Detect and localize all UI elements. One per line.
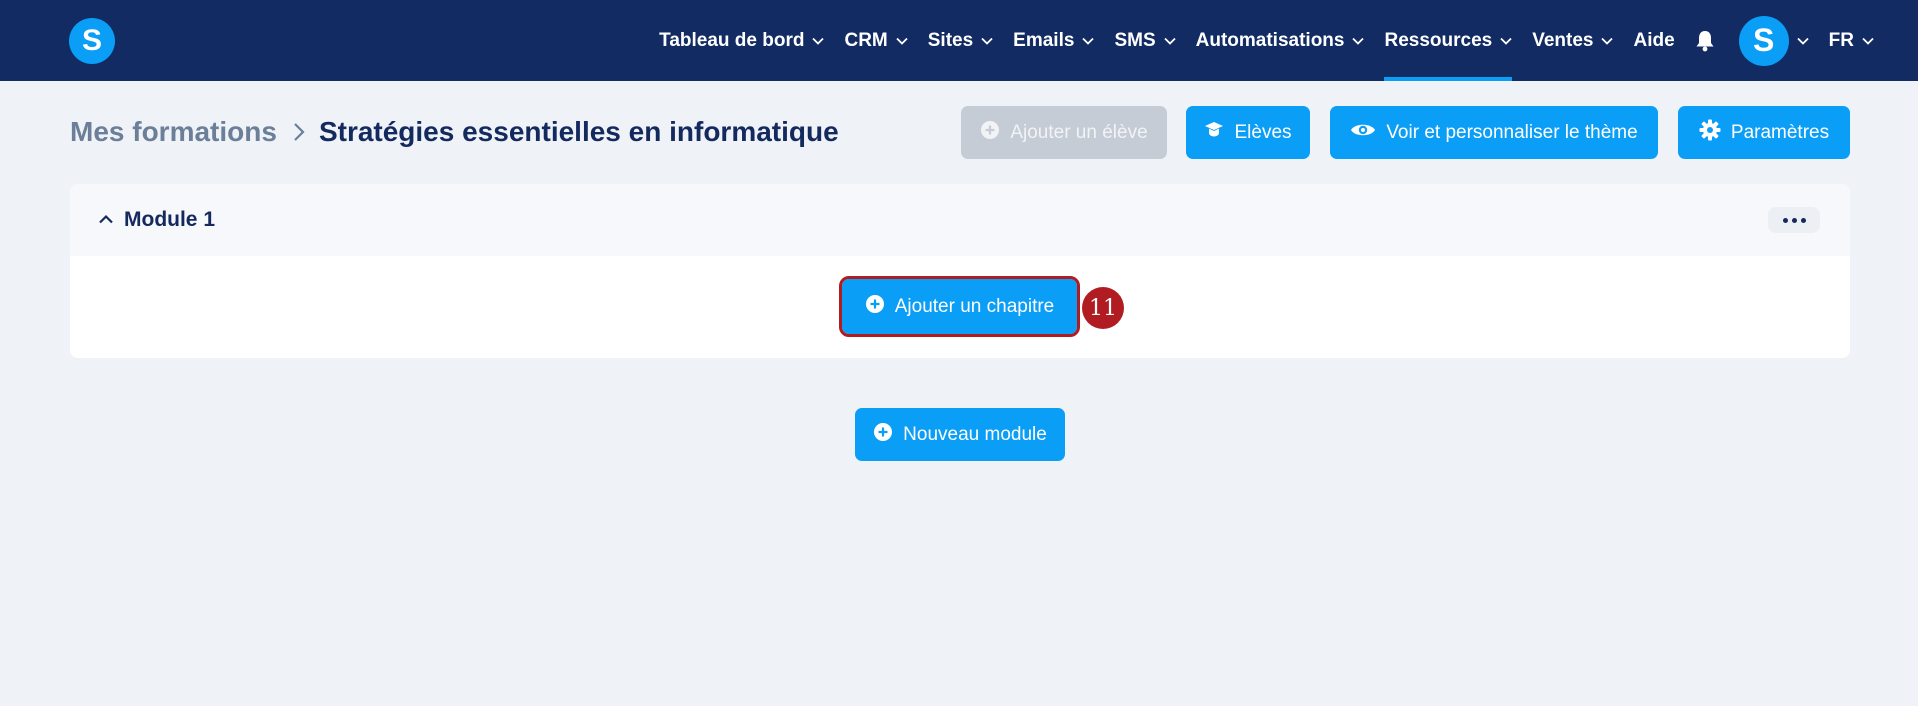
- breadcrumb-parent-link[interactable]: Mes formations: [70, 116, 277, 148]
- new-module-button[interactable]: Nouveau module: [855, 408, 1065, 461]
- nav-item-ventes[interactable]: Ventes: [1532, 0, 1614, 81]
- settings-button[interactable]: Paramètres: [1678, 106, 1850, 159]
- chevron-down-icon: [1082, 37, 1095, 45]
- page-title: Stratégies essentielles en informatique: [318, 116, 839, 147]
- module-header[interactable]: Module 1: [70, 184, 1850, 256]
- nav-label: Ressources: [1384, 29, 1493, 51]
- chevron-down-icon: [981, 37, 993, 45]
- nav-label: CRM: [844, 29, 888, 51]
- add-chapter-button[interactable]: Ajouter un chapitre: [839, 276, 1080, 337]
- plus-circle-icon: [865, 294, 885, 320]
- nav-item-crm[interactable]: CRM: [844, 0, 908, 81]
- avatar-letter: S: [1753, 22, 1775, 58]
- settings-label: Paramètres: [1730, 121, 1830, 143]
- nav-item-automatisations[interactable]: Automatisations: [1196, 0, 1365, 81]
- chevron-down-icon: [1352, 37, 1365, 45]
- nav-item-sites[interactable]: Sites: [928, 0, 993, 81]
- nav-label: Aide: [1633, 29, 1675, 51]
- nav-label: Automatisations: [1195, 29, 1345, 51]
- top-navigation-bar: S Tableau de bord CRM Sites Emails SMS A…: [0, 0, 1918, 81]
- nav-item-aide[interactable]: Aide: [1633, 0, 1674, 81]
- new-module-label: Nouveau module: [903, 423, 1047, 445]
- add-student-button[interactable]: Ajouter un élève: [961, 106, 1167, 159]
- preview-theme-button[interactable]: Voir et personnaliser le thème: [1330, 106, 1658, 159]
- students-label: Elèves: [1234, 121, 1292, 143]
- account-menu[interactable]: S: [1738, 0, 1809, 81]
- nav-label: Tableau de bord: [659, 29, 805, 51]
- nav-label: Sites: [927, 29, 974, 51]
- more-options-icon[interactable]: [1768, 207, 1820, 233]
- dot: [1782, 217, 1788, 223]
- nav-item-ressources[interactable]: Ressources: [1384, 0, 1512, 81]
- add-student-label: Ajouter un élève: [1010, 121, 1148, 143]
- app-logo[interactable]: S: [69, 18, 115, 64]
- add-chapter-label: Ajouter un chapitre: [894, 295, 1055, 317]
- language-selector[interactable]: FR: [1829, 0, 1874, 81]
- nav-item-emails[interactable]: Emails: [1013, 0, 1095, 81]
- gear-icon: [1699, 119, 1721, 147]
- nav-item-tableau-de-bord[interactable]: Tableau de bord: [659, 0, 825, 81]
- dot: [1791, 217, 1797, 223]
- nav-item-sms[interactable]: SMS: [1114, 0, 1176, 81]
- nav-label: SMS: [1114, 29, 1156, 51]
- chevron-down-icon: [1862, 37, 1874, 45]
- dot: [1800, 217, 1806, 223]
- breadcrumb: Mes formations Stratégies essentielles e…: [70, 116, 839, 148]
- chevron-down-icon: [1163, 37, 1176, 45]
- chevron-down-icon: [1797, 37, 1809, 45]
- plus-circle-icon: [980, 120, 1000, 146]
- main-nav: Tableau de bord CRM Sites Emails SMS Aut…: [659, 0, 1918, 81]
- language-label: FR: [1828, 29, 1854, 51]
- bell-icon[interactable]: [1695, 30, 1715, 52]
- plus-circle-icon: [873, 422, 893, 448]
- step-badge: 11: [1082, 287, 1124, 329]
- graduation-cap-icon: [1204, 120, 1224, 146]
- students-button[interactable]: Elèves: [1186, 106, 1310, 159]
- chevron-up-icon[interactable]: [98, 211, 114, 229]
- chevron-down-icon: [1601, 37, 1614, 45]
- nav-label: Emails: [1013, 29, 1075, 51]
- logo-letter: S: [81, 24, 102, 57]
- chevron-down-icon: [812, 37, 825, 45]
- chevron-right-icon: [293, 122, 305, 142]
- chevron-down-icon: [896, 37, 908, 45]
- preview-theme-label: Voir et personnaliser le thème: [1386, 121, 1638, 143]
- chevron-down-icon: [1500, 37, 1512, 45]
- module-title: Module 1: [124, 208, 216, 231]
- eye-icon: [1350, 121, 1376, 145]
- avatar: S: [1738, 15, 1789, 66]
- nav-label: Ventes: [1532, 29, 1594, 51]
